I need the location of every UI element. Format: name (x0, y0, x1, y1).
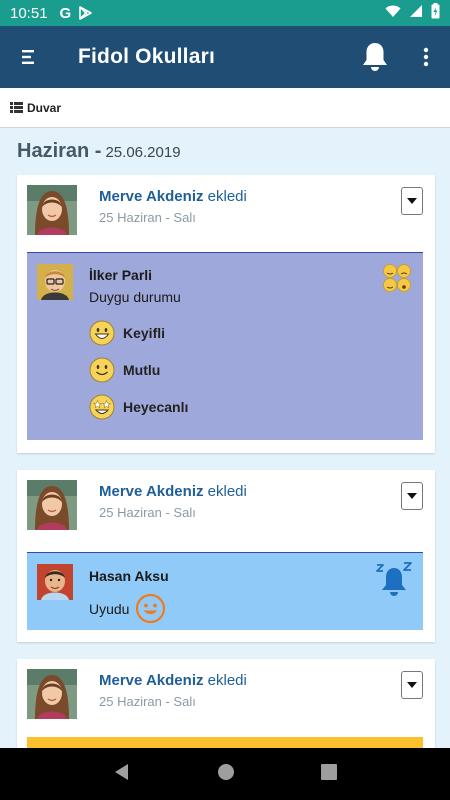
mood-panel: İlker Parli Duygu durumu Keyifli Mutlu H… (27, 252, 423, 440)
teacher-avatar (27, 669, 77, 719)
child-avatar (37, 564, 73, 600)
smiling-face-icon (89, 357, 115, 383)
post-author[interactable]: Merve Akdeniz (99, 672, 203, 689)
sleep-bell-icon (375, 562, 413, 605)
system-nav-bar (0, 748, 450, 800)
post-date: 25 Haziran - Salı (99, 505, 196, 520)
more-options-button[interactable] (412, 38, 440, 76)
feed-card: Merve Akdeniz ekledi 25 Haziran - Salı İ… (17, 175, 435, 453)
teacher-avatar (27, 185, 77, 235)
notifications-button[interactable] (356, 38, 394, 76)
wall-bar[interactable]: Duvar (0, 88, 450, 128)
child-avatar (37, 264, 73, 300)
bell-icon (363, 43, 387, 71)
emoji-group-icon (382, 263, 412, 298)
happy-face-icon (135, 593, 166, 629)
menu-button[interactable] (0, 26, 56, 88)
date-section-header: Haziran - 25.06.2019 (17, 140, 181, 163)
feed-card: Merve Akdeniz ekledi 25 Haziran - Salı H… (17, 470, 435, 642)
recents-button[interactable] (321, 763, 337, 785)
back-icon (115, 763, 128, 780)
child-name: İlker Parli (89, 267, 153, 283)
mood-item: Keyifli (89, 320, 165, 346)
post-action: ekledi (207, 188, 247, 205)
status-time: 10:51 (10, 4, 48, 22)
play-store-icon (79, 6, 93, 20)
back-button[interactable] (113, 763, 131, 786)
section-date: 25.06.2019 (105, 144, 181, 161)
post-author[interactable]: Merve Akdeniz (99, 188, 203, 205)
activity-title: Duygu durumu (89, 289, 181, 305)
caret-down-icon (407, 493, 417, 499)
home-icon (218, 763, 234, 780)
google-icon: G (59, 4, 72, 22)
grinning-face-icon (89, 320, 115, 346)
caret-down-icon (407, 682, 417, 688)
mood-item: Heyecanlı (89, 394, 188, 420)
post-options-dropdown[interactable] (401, 671, 423, 699)
app-title: Fidol Okulları (78, 45, 215, 68)
post-author[interactable]: Merve Akdeniz (99, 483, 203, 500)
teacher-avatar (27, 480, 77, 530)
post-options-dropdown[interactable] (401, 482, 423, 510)
section-month: Haziran - (17, 140, 102, 162)
post-author-line: Merve Akdeniz ekledi (99, 672, 247, 689)
more-vert-icon (423, 47, 429, 67)
post-author-line: Merve Akdeniz ekledi (99, 188, 247, 205)
app-bar: Fidol Okulları (0, 26, 450, 88)
mood-item: Mutlu (89, 357, 160, 383)
post-action: ekledi (207, 672, 247, 689)
mood-label: Heyecanlı (123, 399, 189, 415)
wifi-icon (385, 5, 401, 22)
status-bar: 10:51 G (0, 0, 450, 26)
sleep-panel: Hasan Aksu Uyudu (27, 552, 423, 630)
home-button[interactable] (217, 763, 235, 786)
battery-icon (431, 3, 440, 23)
star-struck-face-icon (89, 394, 115, 420)
recents-icon (321, 763, 337, 780)
child-name: Hasan Aksu (89, 568, 169, 584)
signal-icon (409, 4, 423, 22)
list-icon (10, 102, 23, 113)
mood-label: Mutlu (123, 362, 161, 378)
post-options-dropdown[interactable] (401, 187, 423, 215)
post-author-line: Merve Akdeniz ekledi (99, 483, 247, 500)
mood-label: Keyifli (123, 325, 166, 341)
wall-label: Duvar (27, 100, 62, 115)
post-action: ekledi (207, 483, 247, 500)
caret-down-icon (407, 198, 417, 204)
post-date: 25 Haziran - Salı (99, 210, 196, 225)
post-date: 25 Haziran - Salı (99, 694, 196, 709)
menu-icon (22, 50, 34, 64)
activity-text: Uyudu (89, 601, 130, 617)
